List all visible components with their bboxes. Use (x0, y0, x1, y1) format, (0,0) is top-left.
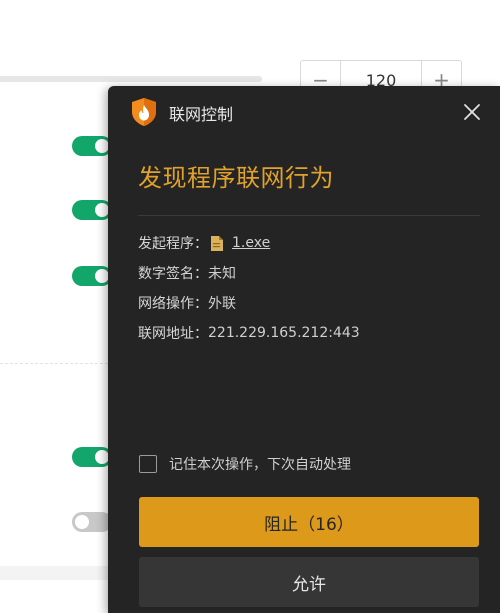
signature-label: 数字签名： (138, 266, 208, 282)
remember-checkbox[interactable] (139, 455, 157, 473)
close-icon[interactable] (460, 100, 484, 124)
section-divider (0, 363, 108, 364)
progress-track (0, 76, 262, 82)
toggle-switch-4[interactable] (72, 447, 112, 467)
address-value: 221.229.165.212:443 (208, 325, 360, 341)
address-row: 联网地址： 221.229.165.212:443 (138, 323, 360, 343)
toggle-knob (95, 269, 109, 283)
network-control-dialog: 联网控制 发现程序联网行为 发起程序： 1.exe 数字签名： 未知 网络操作：… (108, 86, 500, 613)
program-label: 发起程序： (138, 236, 208, 252)
toggle-switch-5[interactable] (72, 512, 112, 532)
signature-value: 未知 (208, 266, 236, 282)
toggle-knob (95, 450, 109, 464)
alert-headline: 发现程序联网行为 (138, 164, 334, 192)
block-button[interactable]: 阻止（16） (139, 497, 479, 547)
shield-flame-icon (132, 98, 156, 126)
allow-button[interactable]: 允许 (139, 557, 479, 607)
operation-label: 网络操作： (138, 296, 208, 312)
toggle-knob (75, 515, 89, 529)
toggle-switch-2[interactable] (72, 200, 112, 220)
toggle-knob (95, 203, 109, 217)
toggle-switch-3[interactable] (72, 266, 112, 286)
program-row: 发起程序： 1.exe (138, 233, 270, 253)
dialog-header: 联网控制 (108, 86, 500, 138)
dialog-title: 联网控制 (169, 105, 234, 124)
remember-choice[interactable]: 记住本次操作，下次自动处理 (139, 454, 351, 474)
remember-label: 记住本次操作，下次自动处理 (169, 457, 351, 473)
header-divider (138, 215, 480, 216)
program-file-link[interactable]: 1.exe (232, 235, 270, 251)
folder-file-icon (211, 235, 223, 251)
operation-value: 外联 (208, 296, 236, 312)
operation-row: 网络操作： 外联 (138, 293, 236, 313)
toggle-knob (95, 139, 109, 153)
toggle-switch-1[interactable] (72, 136, 112, 156)
signature-row: 数字签名： 未知 (138, 263, 236, 283)
address-label: 联网地址： (138, 326, 208, 342)
